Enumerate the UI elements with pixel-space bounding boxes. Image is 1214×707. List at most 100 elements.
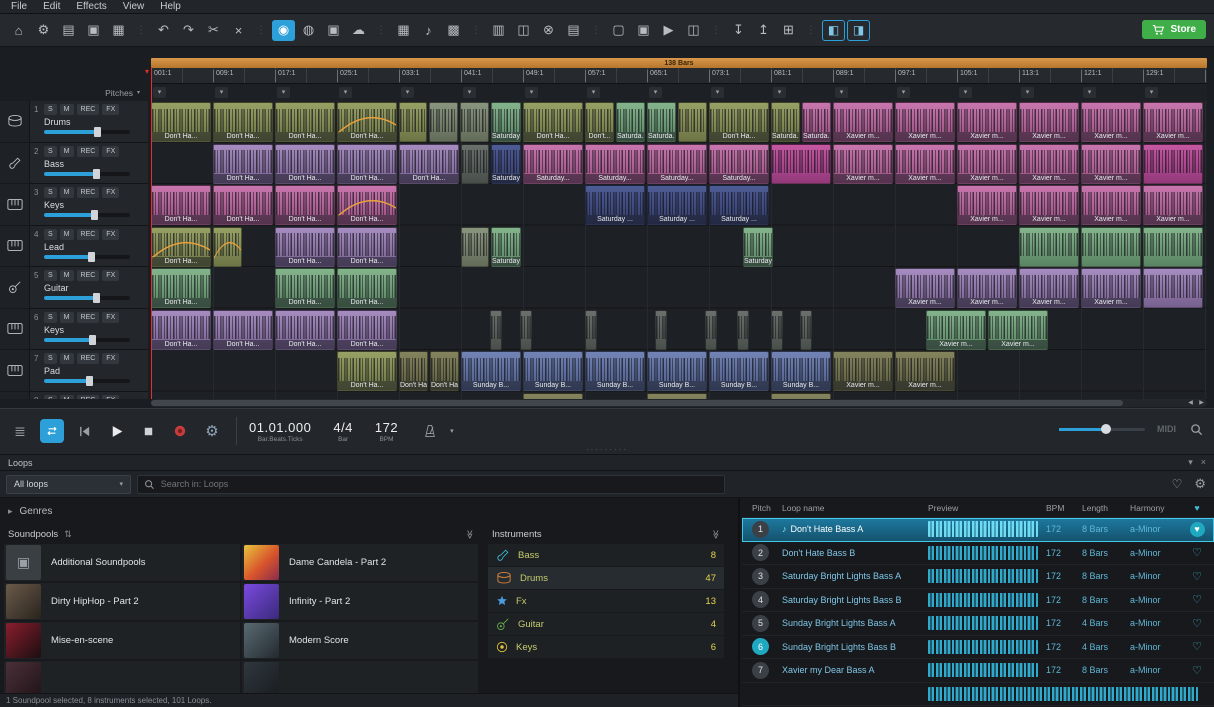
clip[interactable] [520,310,532,350]
clip-variation-dropdown[interactable]: ▾ [277,87,290,98]
clip[interactable]: Don't Ha... [430,351,459,391]
clip[interactable]: Don't Ha... [337,102,397,142]
column-header[interactable]: Pitch [744,503,782,513]
loop-row[interactable]: 4 Saturday Bright Lights Bass B 172 8 Ba… [742,589,1214,613]
metronome-icon[interactable] [418,419,442,443]
effects-icon[interactable]: ⊗ [537,20,560,41]
track-header[interactable]: 3SMRECFX Keys [30,184,148,226]
save-project-icon[interactable]: ▦ [107,20,130,41]
new-project-icon[interactable]: ▤ [57,20,80,41]
export-up-icon[interactable]: ↥ [752,20,775,41]
clip-variation-dropdown[interactable]: ▾ [153,87,166,98]
instrument-row[interactable]: Fx 13 [488,590,724,612]
scroll-left-icon[interactable]: ◀ [1185,399,1196,407]
clip[interactable]: Don't Ha... [151,102,211,142]
loop-row[interactable]: 1 ♪Don't Hate Bass A 172 8 Bars a-Minor … [742,518,1214,542]
clip[interactable]: Don't Ha... [275,102,335,142]
column-header[interactable]: Harmony [1130,503,1184,513]
cloud-import-icon[interactable]: ☁ [347,20,370,41]
instruments-view-icon[interactable]: ♪ [417,20,440,41]
clip[interactable]: Xavier m... [1081,102,1141,142]
menu-file[interactable]: File [4,0,34,14]
clip[interactable]: Don't Ha... [213,102,273,142]
menu-effects[interactable]: Effects [69,0,113,14]
clip[interactable]: Saturda... [647,102,676,142]
pitch-badge[interactable]: 2 [752,544,769,561]
loop-row[interactable]: 5 Sunday Bright Lights Bass A 172 4 Bars… [742,612,1214,636]
track-header[interactable]: 5SMRECFX Guitar [30,267,148,309]
track-fx-button[interactable]: FX [102,353,119,364]
clip[interactable] [705,310,717,350]
clip[interactable]: Don't Ha... [399,351,428,391]
clip[interactable]: Saturday... [585,144,645,184]
scroll-right-icon[interactable]: ▶ [1196,399,1207,407]
song-parts-icon[interactable]: ≣ [8,419,32,443]
clip[interactable]: Don't Ha... [523,102,583,142]
track-rec-button[interactable]: REC [77,187,100,198]
store-button[interactable]: Store [1142,20,1206,39]
clip[interactable]: Xavier m... [1019,268,1079,308]
clip[interactable]: Saturday... [647,144,707,184]
loop-preview-waveform[interactable] [928,687,1198,701]
clip[interactable] [461,227,489,267]
loop-row[interactable]: 7 Xavier my Dear Bass A 172 8 Bars a-Min… [742,659,1214,683]
clip[interactable] [429,102,458,142]
track-m-button[interactable]: M [60,270,74,281]
track-rec-button[interactable]: REC [77,146,100,157]
track-volume-slider[interactable] [44,379,130,383]
home-icon[interactable]: ⌂ [7,20,30,41]
clip[interactable]: Saturday ... [709,185,769,225]
loop-preview-waveform[interactable] [928,640,1038,654]
clip[interactable] [585,310,597,350]
pitch-badge[interactable]: 4 [752,591,769,608]
clip[interactable] [490,310,502,350]
zoom-search-icon[interactable] [1188,421,1204,437]
instrument-row[interactable]: Bass 8 [488,544,724,566]
settings-icon[interactable]: ⚙ [32,20,55,41]
redo-icon[interactable]: ↷ [177,20,200,41]
transport-settings-icon[interactable]: ⚙ [200,419,224,443]
loop-preview-waveform[interactable] [928,521,1038,537]
pitch-badge[interactable]: 1 [752,521,769,538]
clip[interactable] [655,310,667,350]
track-rec-button[interactable]: REC [77,312,100,323]
clip[interactable]: Xavier m... [1019,144,1079,184]
stop-button[interactable] [136,419,160,443]
loop-preview-waveform[interactable] [928,546,1038,560]
clip[interactable]: Don't Ha... [337,310,397,350]
mixer-icon[interactable]: ▥ [487,20,510,41]
track-volume-slider[interactable] [44,296,130,300]
clip[interactable]: Don't Ha... [151,310,211,350]
clip[interactable]: Don't Ha... [213,310,273,350]
favorite-icon[interactable]: ♡ [1184,617,1210,630]
clip-variation-dropdown[interactable]: ▾ [711,87,724,98]
clip[interactable]: Don't Ha... [151,227,211,267]
track-header[interactable]: 2SMRECFX Bass [30,143,148,185]
soundpool-item[interactable]: Dame Candela - Part 2 [242,544,478,581]
track-header[interactable]: 8SMRECFX [30,392,148,400]
clip[interactable]: Don't Ha... [151,185,211,225]
clip[interactable]: Don't Ha... [213,185,273,225]
panel-chevron-down-icon[interactable]: ▾ [1188,457,1193,468]
clip[interactable] [800,310,812,350]
clip[interactable]: Saturda... [616,102,645,142]
clip[interactable]: Don't Ha... [275,227,335,267]
open-project-icon[interactable]: ▣ [82,20,105,41]
clip[interactable]: Sunday B... [771,351,831,391]
favorite-icon[interactable]: ♥ [1190,522,1205,537]
track-fx-button[interactable]: FX [102,187,119,198]
clip[interactable]: Don't Ha... [275,310,335,350]
cut-icon[interactable]: ✂ [202,20,225,41]
track-header[interactable]: 6SMRECFX Keys [30,309,148,351]
clip[interactable] [678,102,707,142]
track-s-button[interactable]: S [44,395,57,400]
clip[interactable]: Saturday... [523,144,583,184]
clip[interactable]: Xavier m... [895,144,955,184]
clip[interactable]: Don't Ha... [709,102,769,142]
metronome-dropdown-icon[interactable]: ▾ [450,427,454,435]
panel-left-toggle-icon[interactable]: ◧ [822,20,845,41]
sort-icon[interactable]: ⇅ [64,529,72,540]
clip[interactable]: Sunday B... [709,351,769,391]
track-volume-slider[interactable] [44,338,130,342]
layout-columns-icon[interactable]: ◫ [682,20,705,41]
